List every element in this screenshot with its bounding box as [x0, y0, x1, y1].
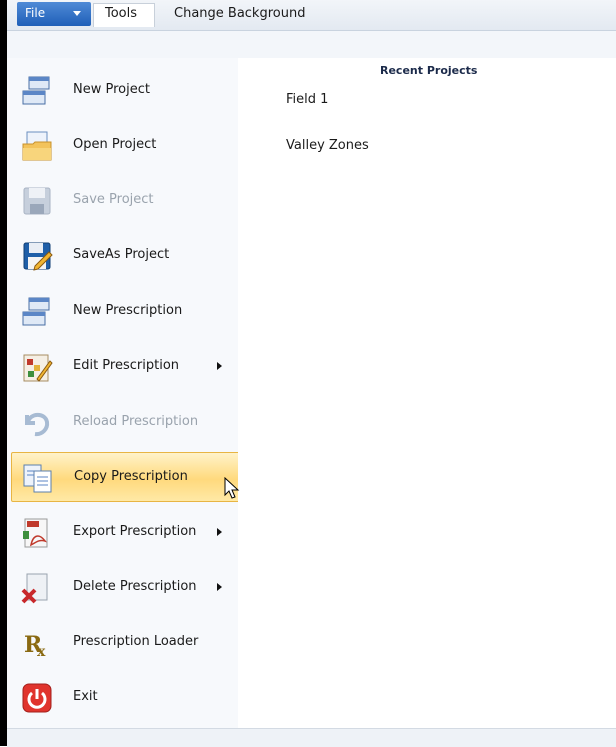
menu-item-prescription-loader[interactable]: R x Prescription Loader [11, 618, 240, 668]
menu-item-new-project[interactable]: New Project [11, 66, 240, 116]
reload-icon [25, 412, 50, 437]
menu-item-edit-prescription[interactable]: Edit Prescription [11, 342, 240, 392]
menu-bar: File Tools Change Background [7, 0, 616, 31]
menu-item-export-prescription[interactable]: Export Prescription [11, 508, 240, 558]
new-prescription-icon [22, 297, 50, 326]
chevron-down-icon [73, 11, 81, 16]
menu-item-copy-prescription[interactable]: Copy Prescription [11, 452, 240, 502]
file-menu-button[interactable]: File [17, 2, 91, 26]
window-left-border [0, 0, 7, 746]
menu-item-reload-prescription[interactable]: Reload Prescription [11, 398, 240, 448]
menu-item-label: Prescription Loader [73, 634, 199, 649]
delete-icon [21, 573, 48, 604]
recent-project-item[interactable]: Valley Zones [286, 138, 369, 153]
menu-item-label: Reload Prescription [73, 414, 199, 429]
menu-item-label: Save Project [73, 192, 154, 207]
menu-item-saveas-project[interactable]: SaveAs Project [11, 231, 240, 281]
menu-item-label: Copy Prescription [74, 469, 188, 484]
open-folder-icon [22, 131, 52, 161]
submenu-arrow-icon [217, 583, 222, 591]
save-as-icon [23, 242, 53, 271]
save-disk-icon [23, 187, 51, 215]
edit-prescription-icon [23, 354, 53, 382]
ribbon-strip [7, 31, 616, 59]
menu-item-open-project[interactable]: Open Project [11, 121, 240, 171]
tab-tools[interactable]: Tools [105, 6, 137, 21]
svg-text:x: x [37, 644, 46, 659]
menu-item-label: Edit Prescription [73, 358, 180, 373]
rx-icon: R x [24, 632, 46, 659]
menu-item-exit[interactable]: Exit [11, 673, 240, 723]
submenu-arrow-icon [217, 362, 222, 370]
menu-item-new-prescription[interactable]: New Prescription [11, 287, 240, 337]
menu-item-label: Exit [73, 689, 98, 704]
recent-project-item[interactable]: Field 1 [286, 92, 328, 107]
menu-item-label: New Project [73, 82, 150, 97]
menu-item-save-project[interactable]: Save Project [11, 176, 240, 226]
new-project-icon [22, 76, 50, 105]
status-strip [7, 728, 616, 747]
file-menu-label: File [25, 6, 46, 20]
file-menu-panel: New Project Open Project Save Project Sa… [7, 58, 240, 728]
power-icon [22, 683, 52, 713]
application-window: File Tools Change Background New Project [0, 0, 616, 747]
recent-projects-pane: Recent Projects Field 1 Valley Zones [238, 58, 616, 728]
menu-item-label: Delete Prescription [73, 579, 197, 594]
menu-item-delete-prescription[interactable]: Delete Prescription [11, 563, 240, 613]
menu-item-label: SaveAs Project [73, 247, 170, 262]
submenu-arrow-icon [217, 528, 222, 536]
tab-change-background[interactable]: Change Background [174, 6, 305, 21]
copy-icon [23, 464, 52, 493]
menu-item-label: Export Prescription [73, 524, 197, 539]
pdf-export-icon [23, 518, 48, 548]
recent-projects-title: Recent Projects [380, 64, 478, 77]
mouse-pointer-icon [224, 477, 240, 499]
menu-item-label: New Prescription [73, 303, 183, 318]
menu-item-label: Open Project [73, 137, 157, 152]
